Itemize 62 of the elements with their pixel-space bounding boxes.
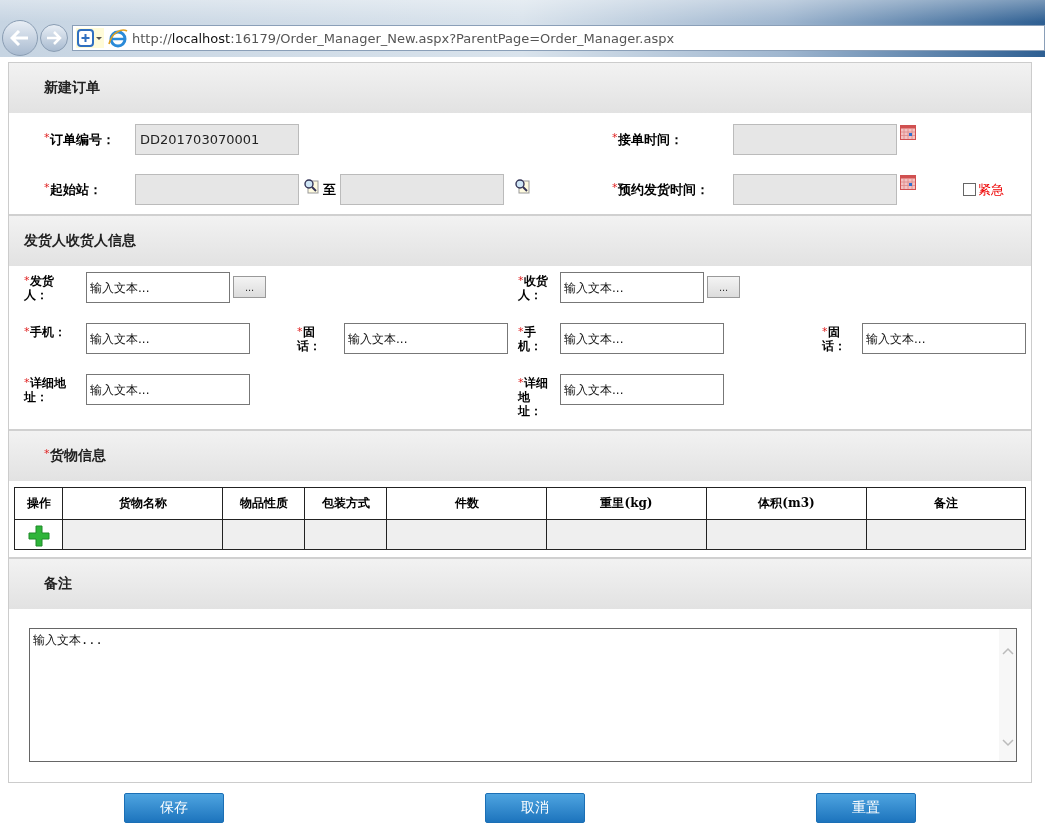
field-label: *发货人： xyxy=(24,273,55,302)
search-icon[interactable] xyxy=(303,178,319,194)
text-field[interactable]: 输入文本... xyxy=(862,323,1026,354)
section-title: 发货人收货人信息 xyxy=(24,232,136,250)
column-header: 备注 xyxy=(866,487,1026,520)
scroll-down-icon[interactable] xyxy=(1001,739,1014,747)
add-icon[interactable] xyxy=(27,525,50,547)
station-field[interactable] xyxy=(135,174,299,205)
field-label: *手机： xyxy=(24,324,67,339)
scrollbar[interactable] xyxy=(999,629,1016,761)
text-field[interactable]: 输入文本... xyxy=(560,374,724,405)
section-title: 备注 xyxy=(44,575,72,593)
field-label: *收货人： xyxy=(518,273,549,302)
column-header: 体积(m3) xyxy=(706,487,867,520)
text-field[interactable]: 输入文本... xyxy=(344,323,508,354)
checkbox-label: 紧急 xyxy=(978,180,1004,199)
field-label: *起始站： xyxy=(44,180,103,199)
calendar-icon[interactable] xyxy=(900,174,916,190)
field-label: *订单编号： xyxy=(44,130,116,149)
order-number-field[interactable]: DD201703070001 xyxy=(135,124,299,155)
browse-button[interactable]: ... xyxy=(233,276,266,298)
date-field[interactable] xyxy=(733,174,897,205)
search-icon[interactable] xyxy=(514,178,530,194)
text-field[interactable]: 输入文本... xyxy=(86,272,230,303)
field-label: *手机： xyxy=(518,324,543,353)
column-header: 件数 xyxy=(386,487,547,520)
column-header: 包装方式 xyxy=(304,487,387,520)
column-header: 物品性质 xyxy=(222,487,305,520)
section-title: *货物信息 xyxy=(44,447,106,465)
text-field[interactable]: 输入文本... xyxy=(86,323,250,354)
column-header: 货物名称 xyxy=(62,487,223,520)
action-button[interactable]: 重置 xyxy=(816,793,916,823)
text-field[interactable]: 输入文本... xyxy=(560,323,724,354)
date-field[interactable] xyxy=(733,124,897,155)
station-field[interactable] xyxy=(340,174,504,205)
calendar-icon[interactable] xyxy=(900,124,916,140)
text-field[interactable]: 输入文本... xyxy=(86,374,250,405)
scroll-up-icon[interactable] xyxy=(1001,647,1014,655)
separator-text: 至 xyxy=(323,180,336,199)
compatibility-icon[interactable] xyxy=(76,28,104,48)
back-button[interactable] xyxy=(2,20,38,56)
back-arrow-icon[interactable] xyxy=(10,30,30,46)
field-label: *固话： xyxy=(822,324,847,353)
field-label: *接单时间： xyxy=(612,130,684,149)
column-header: 重里(kg) xyxy=(546,487,707,520)
text-field[interactable]: 输入文本... xyxy=(560,272,704,303)
field-label: *预约发货时间： xyxy=(612,180,710,199)
browser-logo-icon xyxy=(108,28,128,48)
forward-button[interactable] xyxy=(40,24,68,52)
browse-button[interactable]: ... xyxy=(707,276,740,298)
field-label: *固话： xyxy=(297,324,322,353)
field-label: *详细地址： xyxy=(24,375,67,404)
forward-arrow-icon[interactable] xyxy=(46,31,62,45)
remarks-field[interactable]: 输入文本... xyxy=(29,628,1017,762)
action-button[interactable]: 取消 xyxy=(485,793,585,823)
section-title: 新建订单 xyxy=(44,79,100,97)
urgent-checkbox[interactable] xyxy=(963,183,976,196)
column-header: 操作 xyxy=(14,487,63,520)
field-label: *详细地址： xyxy=(518,375,549,418)
action-button[interactable]: 保存 xyxy=(124,793,224,823)
url-text: http://localhost:16179/Order_Manager_New.aspx?ParentPage=Order_Manager.aspx xyxy=(132,30,675,46)
address-bar[interactable]: http://localhost:16179/Order_Manager_New.aspx?ParentPage=Order_Manager.aspx xyxy=(72,25,1045,51)
